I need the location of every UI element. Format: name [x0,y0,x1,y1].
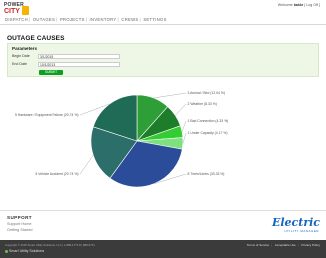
header-divider [0,24,326,25]
end-date-input[interactable]: 10/1/2013 [38,61,120,67]
nav-projects[interactable]: PROJECTS [60,17,85,22]
end-date-label: End Date [12,62,27,66]
outage-causes-pie-chart: 3 Animal / Bird (12.04 %) 2 Weather (8.33… [15,91,229,188]
header: POWER CITY Welcome bakkr [ Log Off ] DIS… [0,0,326,24]
nav-outages[interactable]: OUTAGES [33,17,55,22]
bottom-bar: Copyright © 2015 Smart Utility Solutions… [0,240,326,258]
welcome-text: Welcome [277,3,293,7]
submit-button[interactable]: SUBMIT [39,69,63,75]
slice-leader-line [181,120,187,132]
copyright-text: Copyright © 2015 Smart Utility Solutions… [5,243,95,247]
acceptable-use-link[interactable]: Acceptable Use [275,243,296,247]
smart-utility-icon [5,249,8,253]
product-name: Smart Utility Solutions [5,249,44,253]
privacy-policy-link[interactable]: Privacy Policy [301,243,320,247]
logout-link[interactable]: [ Log Off ] [304,3,320,7]
slice-leader-line [79,155,94,175]
nav-inventory[interactable]: INVENTORY [90,17,117,22]
brand-name: Electric [271,216,320,229]
logo-mark-icon [22,6,29,15]
user-name: bakkr [293,3,304,7]
slice-leader-line [182,132,187,144]
footer-divider [0,210,326,211]
slice-label: 2 Weather (8.33 %) [188,102,217,106]
nav-settings[interactable]: SETTINGS [143,17,166,22]
page-title: OUTAGE CAUSES [7,35,65,42]
slice-leader-line [175,103,187,116]
main-nav: DISPATCH| OUTAGES| PROJECTS| INVENTORY| … [5,17,167,22]
nav-separator: | [56,17,58,22]
slice-label: 5 Hardware / Equipment Failure (20.74 %) [15,113,79,117]
begin-date-label: Begin Date [12,54,30,58]
parameters-panel: Parameters Begin Date 3/1/2015 End Date … [7,43,319,77]
slice-label: 5 Vehicle Accident (20.74 %) [35,172,78,176]
getting-started-link[interactable]: Getting Started [7,228,33,232]
support-home-link[interactable]: Support Home [7,222,31,226]
brand-tagline: UTILITY MANAGER [284,229,319,233]
slice-label: 8 Trees/Limbs (33.33 %) [188,172,225,176]
nav-crews[interactable]: CREWS [121,17,138,22]
parameters-title: Parameters [12,46,38,51]
slice-label: 1 Under Capacity (4.17 %) [188,131,228,135]
footer: SUPPORT Support Home Getting Started Ele… [0,210,326,258]
nav-separator: | [28,17,31,22]
electric-utility-manager-logo: Electric UTILITY MANAGER [271,216,320,236]
legal-links: Terms of Service | Acceptable Use | Privac… [246,243,320,247]
slice-leader-line [153,92,187,99]
welcome-bar: Welcome bakkr [ Log Off ] [278,3,320,7]
slice-label: 1 Bad Connection (4.33 %) [188,119,229,123]
logo-line2: CITY [4,8,20,15]
begin-date-input[interactable]: 3/1/2015 [38,53,120,59]
terms-link[interactable]: Terms of Service [247,243,269,247]
nav-separator: | [117,17,119,22]
support-title: SUPPORT [7,215,33,220]
nav-dispatch[interactable]: DISPATCH [5,17,28,22]
product-label: Smart Utility Solutions [9,249,45,253]
nav-separator: | [139,17,141,22]
slice-label: 3 Animal / Bird (12.04 %) [188,91,226,95]
nav-separator: | [85,17,88,22]
power-city-logo[interactable]: POWER CITY [4,3,30,17]
